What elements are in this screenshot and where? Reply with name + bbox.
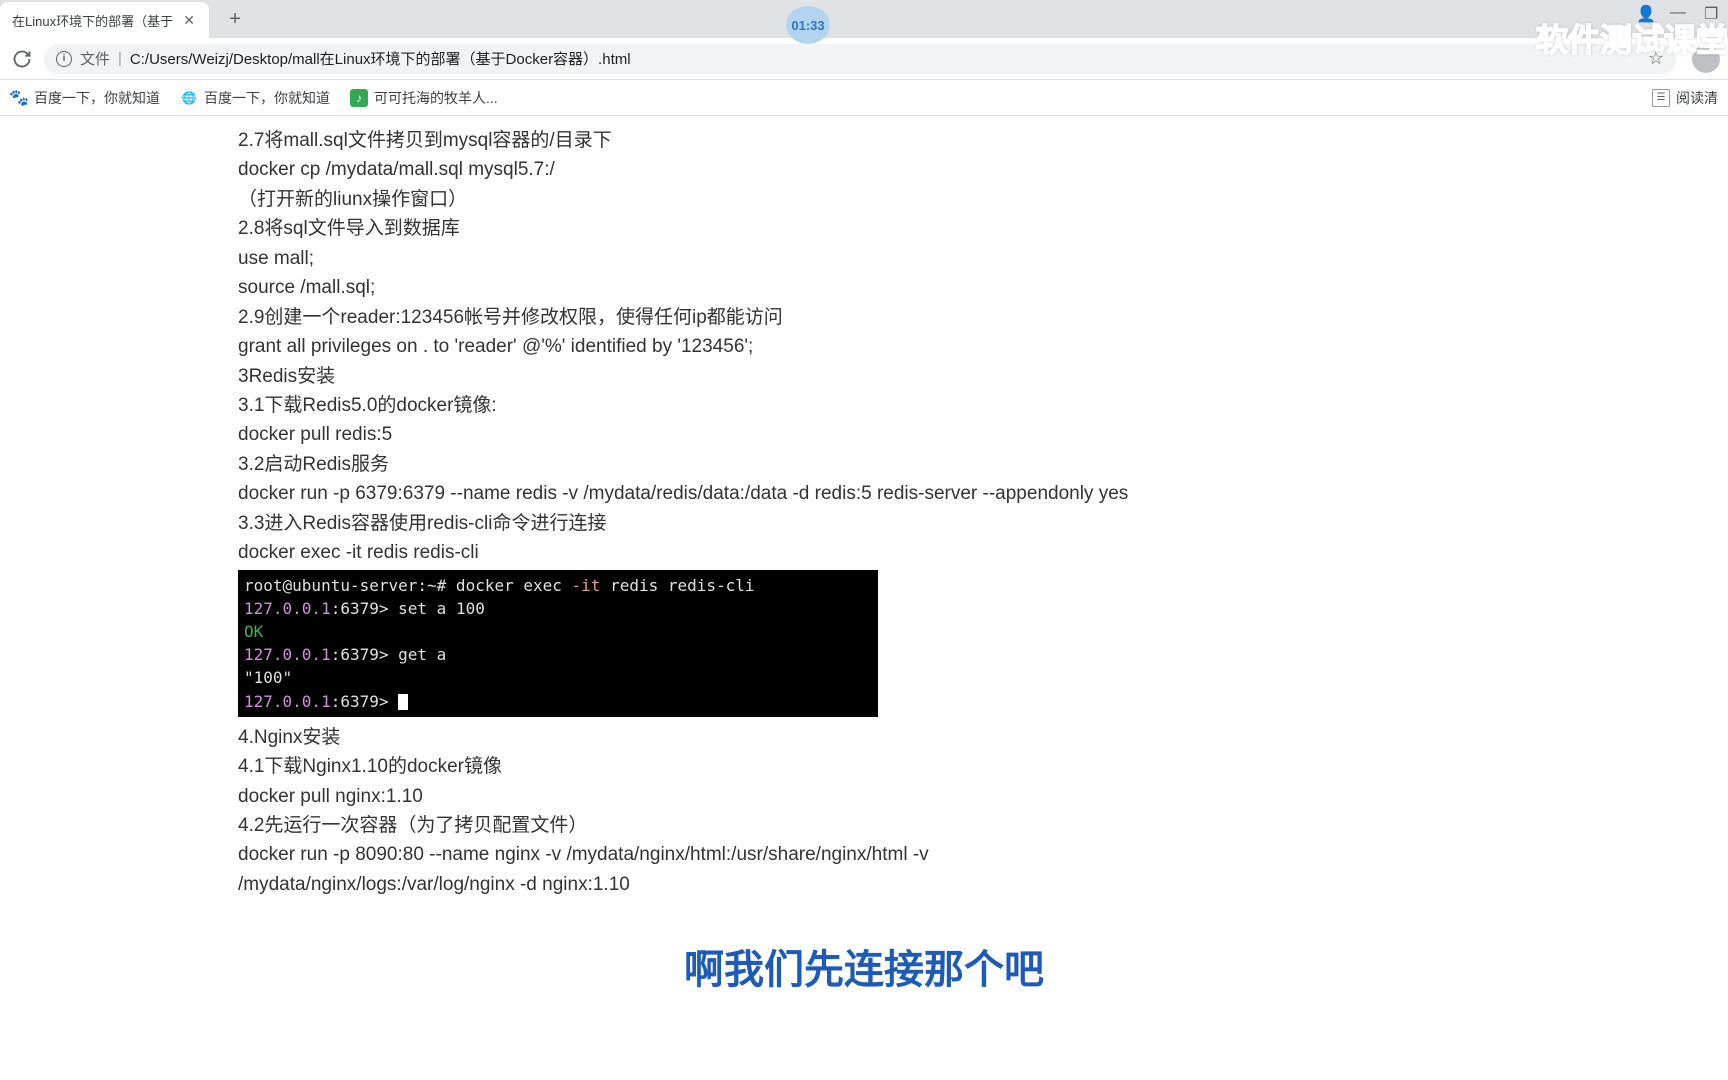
term-cmd: docker exec (446, 576, 571, 595)
bookmark-label: 可可托海的牧羊人... (374, 88, 498, 108)
doc-line: 3Redis安装 (238, 362, 1728, 391)
term-port: :6379> (331, 692, 398, 711)
music-icon: ♪ (350, 89, 368, 107)
term-cmd: get a (398, 645, 446, 664)
doc-line: docker cp /mydata/mall.sql mysql5.7:/ (238, 155, 1728, 184)
term-prompt: root@ubuntu-server:~# (244, 576, 446, 595)
globe-icon: 🌐 (180, 89, 198, 107)
term-cmd: redis redis-cli (600, 576, 754, 595)
info-icon[interactable]: i (56, 51, 72, 67)
bookmark-label: 百度一下，你就知道 (34, 88, 160, 108)
term-ok: OK (244, 622, 263, 641)
cursor-icon (398, 694, 408, 710)
reading-list-icon: ☰ (1652, 89, 1670, 107)
reading-list-label: 阅读清 (1676, 88, 1718, 108)
new-tab-button[interactable]: + (221, 5, 249, 33)
term-result: "100" (244, 668, 292, 687)
doc-line: 4.2先运行一次容器（为了拷贝配置文件） (238, 811, 1728, 840)
watermark: 软件测试课堂 (1536, 15, 1728, 61)
doc-line: docker pull redis:5 (238, 420, 1728, 449)
term-port: :6379> (331, 599, 398, 618)
url-scheme: 文件 (80, 48, 110, 69)
term-ip: 127.0.0.1 (244, 692, 331, 711)
reload-button[interactable] (8, 45, 36, 73)
timer-badge: 01:33 (786, 6, 830, 44)
bookmark-baidu-2[interactable]: 🌐 百度一下，你就知道 (180, 88, 330, 108)
video-subtitle: 啊我们先连接那个吧 (684, 937, 1044, 995)
doc-line: 2.9创建一个reader:123456帐号并修改权限，使得任何ip都能访问 (238, 303, 1728, 332)
term-port: :6379> (331, 645, 398, 664)
bookmark-baidu-1[interactable]: 🐾 百度一下，你就知道 (10, 88, 160, 108)
doc-line: use mall; (238, 244, 1728, 273)
address-bar: i 文件 | C:/Users/Weizj/Desktop/mall在Linux… (0, 38, 1728, 80)
term-opt: -it (572, 576, 601, 595)
close-icon[interactable]: ✕ (181, 12, 197, 28)
doc-line: 2.7将mall.sql文件拷贝到mysql容器的/目录下 (238, 126, 1728, 155)
term-ip: 127.0.0.1 (244, 599, 331, 618)
doc-line: docker pull nginx:1.10 (238, 782, 1728, 811)
doc-line: docker exec -it redis redis-cli (238, 538, 1728, 567)
bookmark-label: 百度一下，你就知道 (204, 88, 330, 108)
term-ip: 127.0.0.1 (244, 645, 331, 664)
url-path: C:/Users/Weizj/Desktop/mall在Linux环境下的部署（… (130, 48, 631, 69)
bookmark-music[interactable]: ♪ 可可托海的牧羊人... (350, 88, 498, 108)
doc-line: 2.8将sql文件导入到数据库 (238, 214, 1728, 243)
bookmarks-bar: 🐾 百度一下，你就知道 🌐 百度一下，你就知道 ♪ 可可托海的牧羊人... ☰ … (0, 80, 1728, 116)
document-content: 2.7将mall.sql文件拷贝到mysql容器的/目录下 docker cp … (0, 116, 1728, 899)
terminal-output: root@ubuntu-server:~# docker exec -it re… (238, 570, 878, 717)
tab-bar: 在Linux环境下的部署（基于 ✕ + (0, 0, 1728, 38)
doc-line: 3.3进入Redis容器使用redis-cli命令进行连接 (238, 509, 1728, 538)
doc-line: 4.1下载Nginx1.10的docker镜像 (238, 752, 1728, 781)
reading-list[interactable]: ☰ 阅读清 (1652, 88, 1718, 108)
doc-line: docker run -p 8090:80 --name nginx -v /m… (238, 840, 1728, 869)
doc-line: source /mall.sql; (238, 273, 1728, 302)
doc-line: docker run -p 6379:6379 --name redis -v … (238, 479, 1728, 508)
doc-line: 3.2启动Redis服务 (238, 450, 1728, 479)
url-separator: | (118, 50, 122, 67)
doc-line: /mydata/nginx/logs:/var/log/nginx -d ngi… (238, 870, 1728, 899)
browser-tab[interactable]: 在Linux环境下的部署（基于 ✕ (0, 2, 209, 38)
doc-line: 4.Nginx安装 (238, 723, 1728, 752)
doc-line: 3.1下载Redis5.0的docker镜像: (238, 391, 1728, 420)
term-cmd: set a 100 (398, 599, 485, 618)
paw-icon: 🐾 (10, 89, 28, 107)
doc-line: （打开新的liunx操作窗口） (238, 185, 1728, 214)
doc-line: grant all privileges on . to 'reader' @'… (238, 332, 1728, 361)
tab-title: 在Linux环境下的部署（基于 (12, 11, 173, 30)
url-box[interactable]: i 文件 | C:/Users/Weizj/Desktop/mall在Linux… (44, 44, 1676, 74)
